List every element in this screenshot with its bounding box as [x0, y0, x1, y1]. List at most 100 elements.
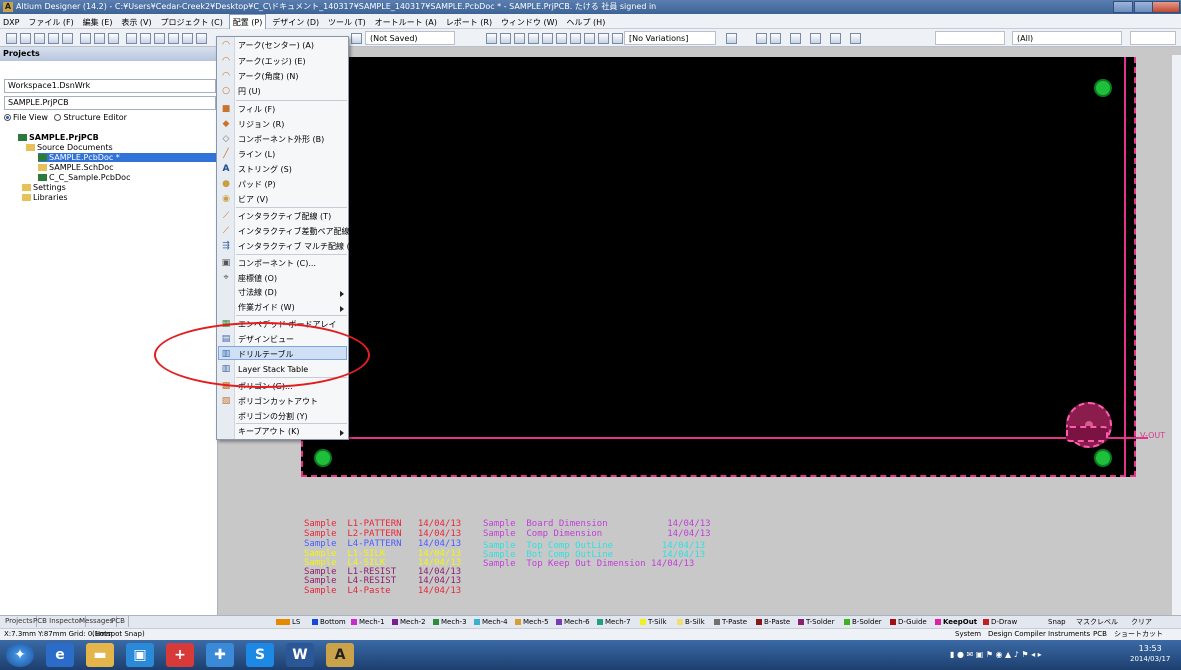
- mask-level-toggle[interactable]: マスクレベル: [1076, 617, 1118, 627]
- copy-icon[interactable]: [140, 33, 151, 44]
- menu-item-string[interactable]: ストリング (S): [236, 163, 348, 176]
- ie-icon[interactable]: e: [46, 643, 74, 667]
- tree-item-project[interactable]: SAMPLE.PrjPCB: [18, 133, 216, 142]
- start-button-icon[interactable]: ✦: [6, 643, 34, 667]
- status-panel-shortcut[interactable]: ショートカット: [1114, 629, 1163, 640]
- tree-item-schdoc[interactable]: SAMPLE.SchDoc: [38, 163, 216, 172]
- layer-tab-b-paste[interactable]: B-Paste: [756, 617, 790, 627]
- menu-item-diff-pair-route[interactable]: インタラクティブ差動ペア配線 (I): [236, 225, 361, 238]
- variations-select[interactable]: [No Variations]: [624, 31, 716, 45]
- menu-item-line[interactable]: ライン (L): [236, 148, 348, 161]
- menu-item-arc-center[interactable]: アーク(センター) (A): [236, 39, 348, 52]
- zoom-icon[interactable]: [62, 33, 73, 44]
- menu-dxp[interactable]: DXP: [0, 15, 22, 30]
- word-icon[interactable]: W: [286, 643, 314, 667]
- select-icon[interactable]: [182, 33, 193, 44]
- menu-item-component[interactable]: コンポーネント (C)...: [236, 257, 348, 270]
- print-icon[interactable]: [48, 33, 59, 44]
- layer-tab-keepout[interactable]: KeepOut: [935, 617, 977, 627]
- menu-place[interactable]: 配置 (P): [228, 14, 267, 30]
- menu-help[interactable]: ヘルプ (H): [564, 15, 609, 30]
- multi-route-icon[interactable]: [514, 33, 525, 44]
- structure-editor-radio[interactable]: [54, 114, 62, 121]
- align-icon[interactable]: [770, 33, 781, 44]
- layer-tab-mech-2[interactable]: Mech-2: [392, 617, 426, 627]
- fill-icon[interactable]: [570, 33, 581, 44]
- menu-reports[interactable]: レポート (R): [443, 15, 495, 30]
- menu-item-component-outline[interactable]: コンポーネント外形 (B): [236, 133, 348, 146]
- grid-icon[interactable]: [790, 33, 801, 44]
- explorer-icon[interactable]: ▬: [86, 643, 114, 667]
- menu-item-keepout[interactable]: キープアウト (K): [236, 425, 348, 438]
- workspace-select[interactable]: Workspace1.DsnWrk: [4, 79, 216, 93]
- browse-icon[interactable]: [94, 33, 105, 44]
- component-icon[interactable]: [108, 33, 119, 44]
- snap-toggle[interactable]: Snap: [1048, 617, 1066, 627]
- dimension-icon[interactable]: [810, 33, 821, 44]
- via-icon[interactable]: [542, 33, 553, 44]
- menu-icon[interactable]: [850, 33, 861, 44]
- save-icon[interactable]: [34, 33, 45, 44]
- menu-file[interactable]: ファイル (F): [25, 15, 76, 30]
- altium-icon[interactable]: A: [326, 643, 354, 667]
- menu-item-pad[interactable]: パッド (P): [236, 178, 348, 191]
- paste-icon[interactable]: [154, 33, 165, 44]
- project-icon[interactable]: [351, 33, 362, 44]
- menu-item-fill[interactable]: フィル (F): [236, 103, 348, 116]
- status-panel-pcb[interactable]: PCB: [1093, 629, 1107, 640]
- menu-item-region[interactable]: リジョン (R): [236, 118, 348, 131]
- menu-autoroute[interactable]: オートルート (A): [372, 15, 440, 30]
- outlook-icon[interactable]: ▣: [126, 643, 154, 667]
- nav-select[interactable]: [1130, 31, 1176, 45]
- status-panel-system[interactable]: System: [955, 629, 981, 640]
- tree-item-settings[interactable]: Settings: [22, 183, 216, 192]
- pad-icon[interactable]: [528, 33, 539, 44]
- keepout-rect[interactable]: [1066, 426, 1108, 442]
- layer-tab-mech-1[interactable]: Mech-1: [351, 617, 385, 627]
- tree-item-source-docs[interactable]: Source Documents: [26, 143, 216, 152]
- mounting-pad[interactable]: [1094, 449, 1112, 467]
- file-view-radio[interactable]: [4, 114, 11, 121]
- menu-item-dimension[interactable]: 寸法線 (D): [236, 286, 348, 299]
- menu-design[interactable]: デザイン (D): [269, 15, 322, 30]
- menu-project[interactable]: プロジェクト (C): [157, 15, 225, 30]
- layer-tab-mech-7[interactable]: Mech-7: [597, 617, 631, 627]
- route-icon[interactable]: [486, 33, 497, 44]
- layer-tab-ls[interactable]: LS: [276, 617, 300, 627]
- system-tray[interactable]: ▮ ● ✉ ▣ ⚑ ◉ ▲ ♪ ⚑ ◂ ▸: [950, 648, 1120, 662]
- menu-item-work-guide[interactable]: 作業ガイド (W): [236, 301, 348, 314]
- filter-select[interactable]: (All): [1012, 31, 1122, 45]
- layer-tab-b-solder[interactable]: B-Solder: [844, 617, 882, 627]
- diff-pair-icon[interactable]: [500, 33, 511, 44]
- mounting-pad[interactable]: [314, 449, 332, 467]
- tree-item-pcbdoc[interactable]: SAMPLE.PcbDoc *: [38, 153, 218, 162]
- menu-view[interactable]: 表示 (V): [118, 15, 154, 30]
- status-panel-design-compiler[interactable]: Design Compiler: [988, 629, 1046, 640]
- menu-item-circle[interactable]: 円 (U): [236, 85, 348, 98]
- string-icon[interactable]: [598, 33, 609, 44]
- silk-icon[interactable]: [756, 33, 767, 44]
- layer-tab-mech-5[interactable]: Mech-5: [515, 617, 549, 627]
- project-field[interactable]: SAMPLE.PrjPCB: [4, 96, 216, 110]
- menu-edit[interactable]: 編集 (E): [80, 15, 116, 30]
- maximize-button[interactable]: [1134, 1, 1154, 13]
- open-file-icon[interactable]: [20, 33, 31, 44]
- layer-tab-t-paste[interactable]: T-Paste: [714, 617, 747, 627]
- deselect-icon[interactable]: [196, 33, 207, 44]
- menu-tools[interactable]: ツール (T): [325, 15, 369, 30]
- app-plus-icon[interactable]: +: [166, 643, 194, 667]
- menu-item-multi-route[interactable]: インタラクティブ マルチ配線 (M): [236, 240, 360, 253]
- menu-item-arc-edge[interactable]: アーク(エッジ) (E): [236, 55, 348, 68]
- mounting-pad[interactable]: [1094, 79, 1112, 97]
- layer-icon[interactable]: [80, 33, 91, 44]
- menu-item-coordinate[interactable]: 座標値 (O): [236, 272, 348, 285]
- polygon-icon[interactable]: [584, 33, 595, 44]
- skype-icon[interactable]: S: [246, 643, 274, 667]
- app-tool-icon[interactable]: ✚: [206, 643, 234, 667]
- minimize-button[interactable]: [1113, 1, 1133, 13]
- layer-tab-mech-6[interactable]: Mech-6: [556, 617, 590, 627]
- tree-item-libraries[interactable]: Libraries: [22, 193, 216, 202]
- menu-window[interactable]: ウィンドウ (W): [498, 15, 561, 30]
- new-file-icon[interactable]: [6, 33, 17, 44]
- blank-select[interactable]: [935, 31, 1005, 45]
